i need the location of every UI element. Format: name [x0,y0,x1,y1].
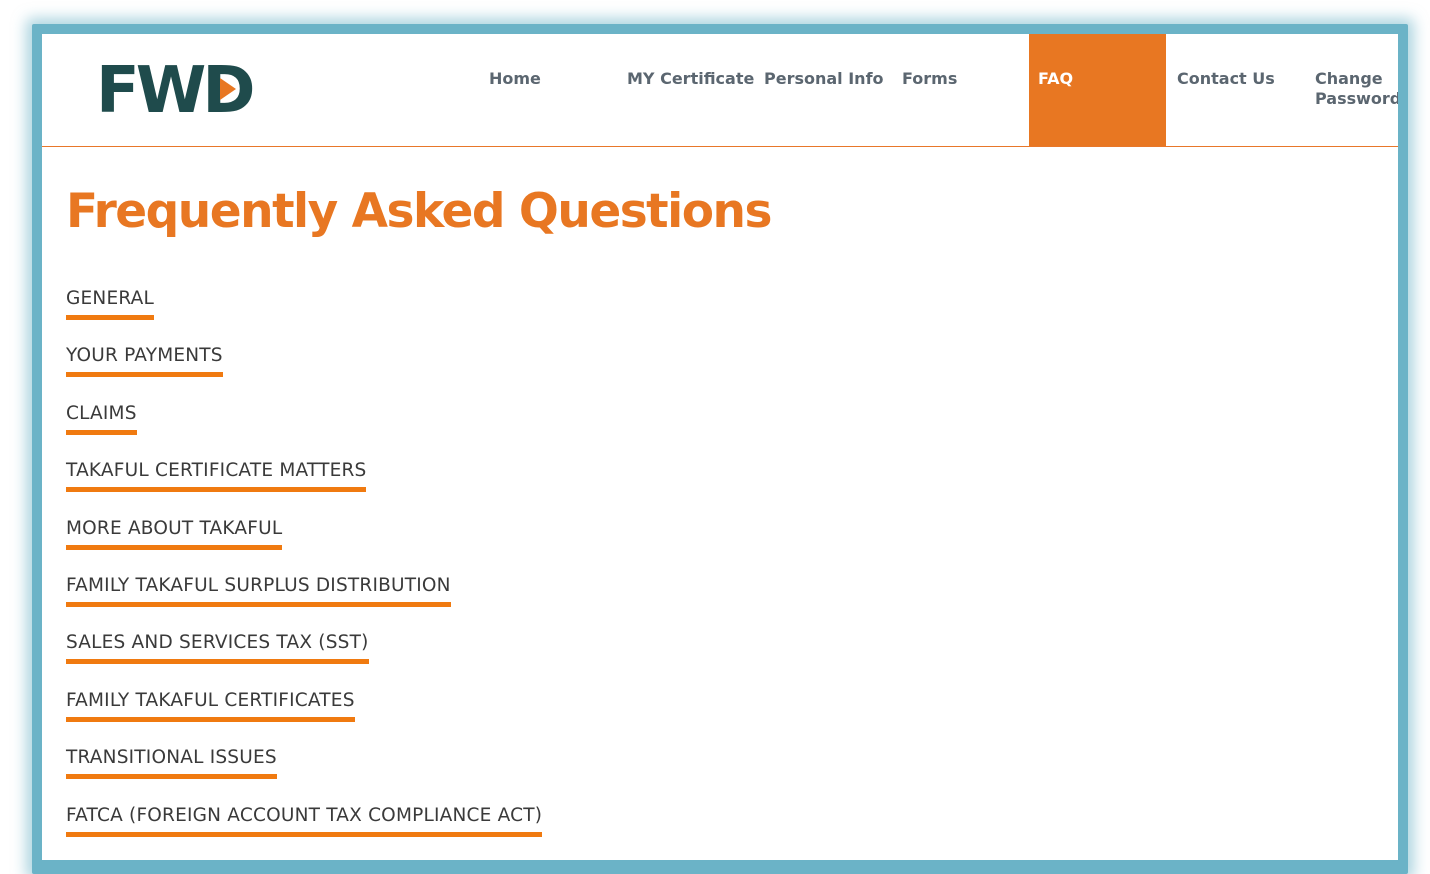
list-item: FAMILY TAKAFUL CERTIFICATES [66,690,542,747]
faq-category-surplus-distribution[interactable]: FAMILY TAKAFUL SURPLUS DISTRIBUTION [66,575,451,607]
nav-contact-us-label: Contact Us [1177,69,1275,88]
faq-category-more-about-takaful[interactable]: MORE ABOUT TAKAFUL [66,518,283,550]
list-item: TRANSITIONAL ISSUES [66,747,542,804]
faq-category-your-payments[interactable]: YOUR PAYMENTS [66,345,223,378]
nav-change-password-line1: Change [1315,69,1383,88]
nav-my-certificate-label: MY Certificate [627,69,755,88]
list-item: MORE ABOUT TAKAFUL [66,518,542,575]
list-item: FAMILY TAKAFUL SURPLUS DISTRIBUTION [66,575,542,632]
faq-category-transitional-issues[interactable]: TRANSITIONAL ISSUES [66,747,277,780]
faq-category-list: GENERAL YOUR PAYMENTS CLAIMS TAKAFUL CER… [66,288,543,860]
nav-change-password-line2: Password [1315,89,1398,108]
faq-category-claims[interactable]: CLAIMS [66,403,137,435]
nav-home-label: Home [489,69,541,88]
browser-viewport: FWD Home MY Certificate Personal Info Fo… [42,34,1398,860]
nav-faq-label: FAQ [1038,69,1074,88]
faq-category-sst[interactable]: SALES AND SERVICES TAX (SST) [66,632,369,665]
nav-forms[interactable]: Forms [902,34,957,146]
nav-my-certificate[interactable]: MY Certificate [627,34,754,146]
list-item: SALES AND SERVICES TAX (SST) [66,632,542,689]
list-item: YOUR PAYMENTS [66,345,542,402]
list-item: GENERAL [66,288,542,345]
faq-category-general[interactable]: GENERAL [66,288,155,320]
fwd-logo[interactable]: FWD [96,60,266,118]
list-item: FATCA (FOREIGN ACCOUNT TAX COMPLIANCE AC… [66,805,543,860]
list-item: TAKAFUL CERTIFICATE MATTERS [66,460,542,517]
nav-change-password[interactable]: Change Password [1315,34,1398,146]
faq-category-fatca[interactable]: FATCA (FOREIGN ACCOUNT TAX COMPLIANCE AC… [66,805,543,837]
nav-forms-label: Forms [902,69,958,88]
faq-category-family-takaful-certificates[interactable]: FAMILY TAKAFUL CERTIFICATES [66,690,355,722]
nav-personal-info[interactable]: Personal Info [764,34,884,146]
nav-faq[interactable]: FAQ [1029,34,1166,146]
nav-home[interactable]: Home [489,34,541,146]
nav-personal-info-label: Personal Info [764,69,884,88]
faq-category-takaful-certificate-matters[interactable]: TAKAFUL CERTIFICATE MATTERS [66,460,367,493]
nav-contact-us[interactable]: Contact Us [1177,34,1275,146]
list-item: CLAIMS [66,403,542,460]
site-header: FWD Home MY Certificate Personal Info Fo… [42,34,1398,147]
page-title: Frequently Asked Questions [66,184,772,239]
